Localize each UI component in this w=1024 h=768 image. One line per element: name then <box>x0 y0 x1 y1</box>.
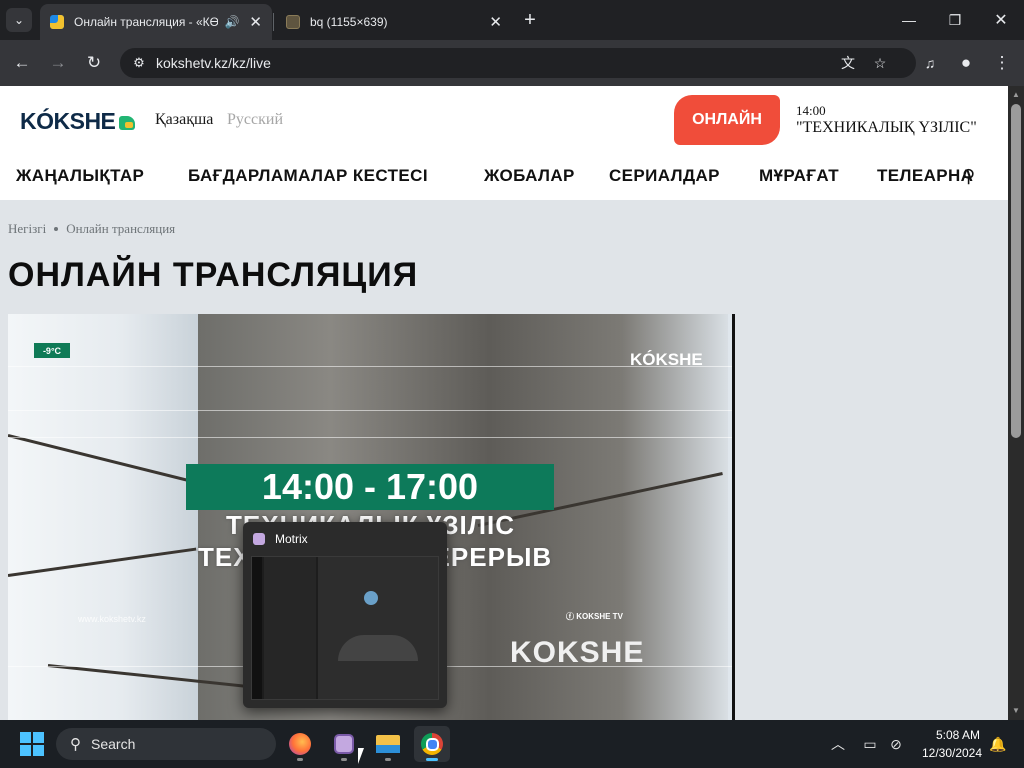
breadcrumb: Негізгі Онлайн трансляция <box>8 221 175 237</box>
tab-separator <box>273 13 274 31</box>
url-text[interactable]: kokshetv.kz/kz/live <box>156 55 271 71</box>
facebook-badge-text: KOKSHE TV <box>576 612 623 621</box>
minimize-button[interactable]: ― <box>886 6 932 34</box>
video-hud-line <box>8 366 732 367</box>
running-indicator <box>426 758 438 761</box>
thumbnail-main <box>318 557 438 699</box>
breadcrumb-current: Онлайн трансляция <box>66 221 176 236</box>
tab-strip: ⌄ Онлайн трансляция - «КӨ 🔊 ✕ bq (1155×6… <box>0 0 1024 40</box>
tab-title: bq (1155×639) <box>310 15 388 29</box>
preview-title: Motrix <box>275 532 308 546</box>
chrome-menu-icon[interactable]: ⋮ <box>990 51 1014 75</box>
taskbar-firefox[interactable] <box>282 726 318 762</box>
motrix-icon <box>253 533 265 545</box>
back-button[interactable]: ← <box>10 51 34 75</box>
taskbar-search[interactable]: ⚲ Search <box>56 728 276 760</box>
search-placeholder: Search <box>91 736 136 752</box>
new-tab-button[interactable]: + <box>518 8 542 32</box>
tab-title: Онлайн трансляция - «КӨ <box>74 15 219 29</box>
video-background-snow <box>8 314 198 720</box>
mouse-cursor-icon <box>358 748 364 764</box>
browser-toolbar: ← → ↻ ⚙ kokshetv.kz/kz/live 文 ☆ ♫ ● ⋮ <box>0 40 1024 86</box>
video-hud-line <box>8 410 732 411</box>
search-icon: ⚲ <box>70 736 81 753</box>
thumbnail-list <box>264 557 316 699</box>
nav-series[interactable]: СЕРИАЛДАР <box>609 166 720 186</box>
speaker-icon[interactable]: 🔊 <box>224 15 239 29</box>
now-playing-title: "ТЕХНИКАЛЫҚ ҮЗІЛІС" <box>796 119 977 136</box>
scrollbar-thumb[interactable] <box>1011 104 1021 438</box>
facebook-icon: ⓕ <box>566 612 577 621</box>
running-indicator <box>385 758 391 761</box>
notification-bell-icon[interactable]: 🔔 <box>986 732 1010 756</box>
taskbar-window-preview[interactable]: Motrix <box>243 522 447 708</box>
site-logo[interactable]: KÓKSHE <box>20 108 136 135</box>
thumbnail-hill <box>338 635 418 661</box>
file-explorer-icon <box>376 735 400 753</box>
nav-projects[interactable]: ЖОБАЛАР <box>484 166 575 186</box>
running-indicator <box>341 758 347 761</box>
main-nav: ЖАҢАЛЫҚТАР БАҒДАРЛАМАЛАР КЕСТЕСІ ЖОБАЛАР… <box>0 154 1008 200</box>
close-window-button[interactable]: ✕ <box>978 6 1024 34</box>
media-control-icon[interactable]: ♫ <box>918 51 942 75</box>
site-info-icon[interactable]: ⚙ <box>124 48 154 78</box>
scroll-down-arrow-icon[interactable]: ▼ <box>1011 706 1021 716</box>
chrome-icon <box>421 733 443 755</box>
taskbar-file-explorer[interactable] <box>370 726 406 762</box>
video-hud-line <box>8 437 732 438</box>
network-volume-icon[interactable]: ⊘ <box>884 732 908 756</box>
nav-schedule[interactable]: БАҒДАРЛАМАЛАР КЕСТЕСІ <box>188 166 428 186</box>
display-icon[interactable]: ▭ <box>858 732 882 756</box>
firefox-icon <box>289 733 311 755</box>
preview-thumbnail[interactable] <box>251 556 439 700</box>
image-favicon-icon <box>286 15 300 29</box>
clock-date[interactable]: 12/30/2024 <box>916 746 988 760</box>
tab-bq[interactable]: bq (1155×639) ✕ <box>276 4 512 40</box>
lang-russian-link[interactable]: Русский <box>227 111 283 129</box>
facebook-badge: ⓕ KOKSHE TV <box>566 611 623 622</box>
logo-mark-icon <box>119 116 136 130</box>
profile-avatar-icon[interactable]: ● <box>954 51 978 75</box>
online-button[interactable]: ОНЛАЙН <box>674 95 780 145</box>
broadcast-time-banner: 14:00 - 17:00 <box>186 464 554 510</box>
now-playing-time: 14:00 <box>796 103 826 118</box>
page-title: ОНЛАЙН ТРАНСЛЯЦИЯ <box>8 256 419 294</box>
video-watermark: www.kokshetv.kz <box>78 614 146 624</box>
thumbnail-sidebar <box>252 557 262 699</box>
lang-kazakh-link[interactable]: Қазақша <box>155 111 213 129</box>
taskbar-chrome[interactable] <box>414 726 450 762</box>
web-page: KÓKSHE Қазақша Русский ОНЛАЙН 14:00 "ТЕХ… <box>0 86 1008 720</box>
site-header: KÓKSHE Қазақша Русский ОНЛАЙН 14:00 "ТЕХ… <box>0 86 1008 154</box>
logo-text: KÓKSHE <box>20 108 116 134</box>
close-tab-icon[interactable]: ✕ <box>249 13 262 31</box>
scroll-up-arrow-icon[interactable]: ▲ <box>1011 90 1021 100</box>
search-icon[interactable]: ⚲ <box>962 166 984 188</box>
windows-start-icon[interactable] <box>20 732 44 756</box>
reload-button[interactable]: ↻ <box>82 51 106 75</box>
nav-archive[interactable]: МҰРАҒАТ <box>759 166 839 186</box>
running-indicator <box>297 758 303 761</box>
breadcrumb-home[interactable]: Негізгі <box>8 221 46 236</box>
clock-time[interactable]: 5:08 AM <box>928 728 988 742</box>
temperature-badge: -9°C <box>34 343 70 358</box>
close-tab-icon[interactable]: ✕ <box>489 13 502 31</box>
tab-kokshe-live[interactable]: Онлайн трансляция - «КӨ 🔊 ✕ <box>40 4 272 40</box>
bookmark-star-icon[interactable]: ☆ <box>868 51 892 75</box>
thumbnail-bird-icon <box>364 591 378 605</box>
breadcrumb-separator <box>54 227 59 231</box>
motrix-icon <box>334 734 354 754</box>
address-bar[interactable]: ⚙ kokshetv.kz/kz/live 文 ☆ <box>120 48 916 78</box>
tab-search-button[interactable]: ⌄ <box>6 8 32 32</box>
taskbar-motrix[interactable] <box>326 726 362 762</box>
windows-taskbar: ⚲ Search ︿ ▭ ⊘ 5:08 AM 12/30/2024 🔔 <box>0 720 1024 768</box>
forward-button[interactable]: → <box>46 51 70 75</box>
video-footer-logo: KOKSHE <box>510 636 645 669</box>
restore-button[interactable]: ❐ <box>932 6 978 34</box>
video-channel-logo: KÓKSHE <box>630 350 703 369</box>
show-hidden-icons-chevron-icon[interactable]: ︿ <box>826 732 850 756</box>
nav-channel[interactable]: ТЕЛЕАРНА <box>877 166 973 186</box>
translate-icon[interactable]: 文 <box>836 51 860 75</box>
nav-news[interactable]: ЖАҢАЛЫҚТАР <box>16 166 144 186</box>
kokshe-favicon-icon <box>50 15 64 29</box>
